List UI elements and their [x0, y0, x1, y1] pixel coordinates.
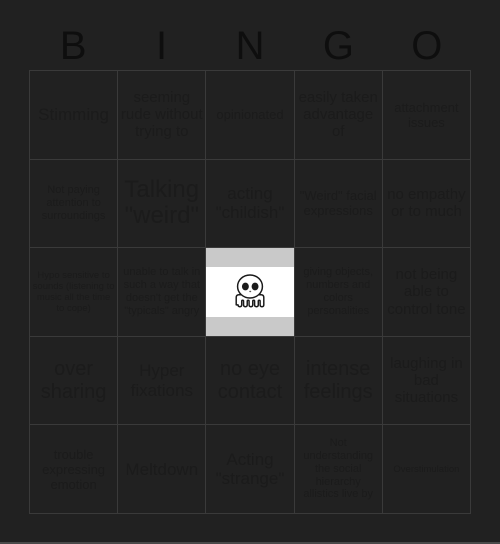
bingo-cell-text: no empathy or to much [387, 186, 466, 221]
bingo-cell-text: Overstimulation [393, 463, 460, 475]
bingo-cell-text: Hyper fixations [130, 361, 193, 400]
bingo-cell-i4[interactable]: Hyper fixations [118, 336, 207, 426]
bingo-card: B I N G O Stimming seeming rude without tryin… [0, 0, 500, 544]
bingo-cell-b1[interactable]: Stimming [30, 71, 119, 160]
bingo-cell-o3[interactable]: not being able to control tone [382, 248, 471, 337]
bingo-letter-o: O [411, 24, 443, 68]
bingo-cell-i3[interactable]: unable to talk in such a way that doesn'… [118, 248, 207, 337]
bingo-cell-text: trouble expressing emotion [42, 446, 106, 492]
bingo-cell-text: Acting "strange" [215, 449, 285, 489]
tbh-creature-left-eye [241, 282, 249, 291]
bingo-cell-text: intense feelings [303, 358, 373, 403]
bingo-cell-i1[interactable]: seeming rude without trying to [118, 71, 207, 160]
bingo-cell-text: Meltdown [125, 459, 199, 479]
bingo-cell-text: Not paying attention to surroundings [41, 184, 106, 222]
bingo-cell-text: Not understanding the social hierarchy a… [303, 437, 374, 501]
bingo-cell-o4[interactable]: laughing in bad situations [382, 336, 471, 426]
bingo-cell-text: easily taken advantage of [298, 88, 378, 141]
bingo-letter-b: B [59, 24, 87, 68]
bingo-cell-b5[interactable]: trouble expressing emotion [30, 425, 119, 514]
bingo-cell-g3[interactable]: giving objects, numbers and colors perso… [294, 248, 383, 337]
bingo-cell-text: over sharing [40, 358, 107, 403]
bingo-cell-text: seeming rude without trying to [120, 88, 203, 141]
bingo-cell-g4[interactable]: intense feelings [294, 336, 383, 426]
bingo-cell-b2[interactable]: Not paying attention to surroundings [30, 159, 119, 249]
bingo-cell-i5[interactable]: Meltdown [118, 425, 207, 514]
bingo-grid: Stimming seeming rude without trying to op… [29, 70, 471, 514]
bingo-cell-n3[interactable] [206, 248, 295, 337]
bingo-cell-text: "Weird" facial expressions [299, 188, 377, 219]
tbh-creature-right-eye [251, 282, 259, 291]
bingo-cell-text: opinionated [216, 107, 284, 123]
bingo-cell-g5[interactable]: Not understanding the social hierarchy a… [294, 425, 383, 514]
bingo-cell-g2[interactable]: "Weird" facial expressions [294, 159, 383, 249]
bingo-cell-o5[interactable]: Overstimulation [382, 425, 471, 514]
bingo-cell-text: no eye contact [217, 358, 283, 403]
bingo-cell-text: laughing in bad situations [390, 354, 463, 407]
bingo-cell-i2[interactable]: Talking "weird" [118, 159, 207, 249]
bingo-cell-g1[interactable]: easily taken advantage of [294, 71, 383, 160]
bingo-cell-text: giving objects, numbers and colors perso… [303, 266, 374, 317]
tbh-creature-icon [235, 274, 265, 308]
bingo-letter-i: I [156, 24, 168, 68]
bingo-cell-b3[interactable]: Hypo sensitive to sounds (listening to m… [30, 248, 119, 337]
bingo-cell-n2[interactable]: acting "childish" [206, 159, 295, 249]
bingo-cell-o2[interactable]: no empathy or to much [382, 159, 471, 249]
bingo-cell-n5[interactable]: Acting "strange" [206, 425, 295, 514]
free-space-media [206, 248, 294, 336]
bingo-cell-n4[interactable]: no eye contact [206, 336, 295, 426]
bingo-cell-text: not being able to control tone [387, 266, 466, 318]
bingo-letter-n: N [235, 24, 265, 68]
bingo-cell-text: Stimming [38, 105, 110, 125]
bingo-cell-n1[interactable]: opinionated [206, 71, 295, 160]
bingo-cell-text: Hypo sensitive to sounds (listening to m… [32, 269, 115, 315]
bingo-cell-b4[interactable]: over sharing [30, 336, 119, 426]
bingo-cell-text: Talking "weird" [124, 176, 200, 230]
bingo-header-letters: BINGO [29, 22, 471, 70]
bingo-cell-text: attachment issues [394, 99, 459, 130]
bingo-cell-text: unable to talk in such a way that doesn'… [123, 266, 201, 317]
free-space-inner-panel [206, 267, 294, 317]
bingo-letter-g: G [322, 24, 354, 68]
bingo-cell-text: acting "childish" [215, 184, 285, 223]
bingo-cell-o1[interactable]: attachment issues [382, 71, 471, 160]
tbh-creature-nose [249, 290, 252, 293]
